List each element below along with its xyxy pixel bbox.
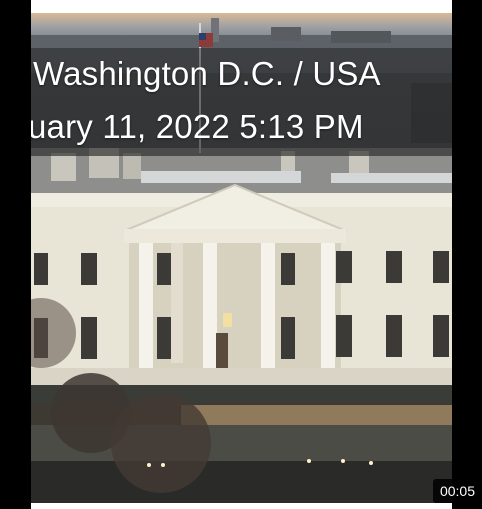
video-player[interactable]: Washington D.C. / USA uary 11, 2022 5:13…	[0, 0, 482, 509]
datetime-overlay-text: uary 11, 2022 5:13 PM	[31, 108, 364, 145]
video-frame[interactable]: Washington D.C. / USA uary 11, 2022 5:13…	[31, 13, 452, 503]
location-overlay-text: Washington D.C. / USA	[33, 55, 381, 92]
top-border	[31, 0, 452, 14]
bottom-border	[31, 503, 452, 509]
video-duration-badge: 00:05	[432, 479, 482, 503]
